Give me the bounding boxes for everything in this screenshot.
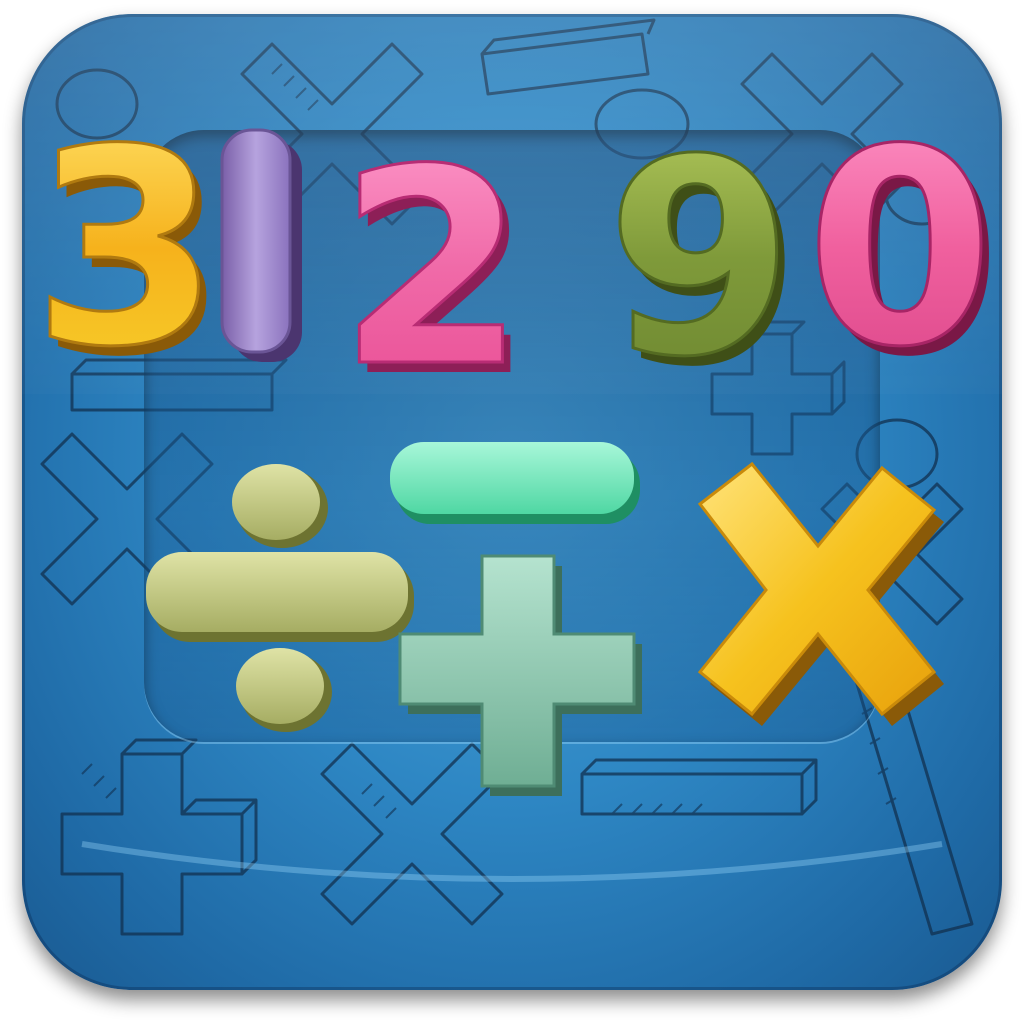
foreground-artwork: 3 3 2 2 9 9 0 0: [31, 90, 1002, 796]
plus-icon: [398, 554, 642, 796]
digit-9: 9: [606, 101, 794, 416]
multiply-icon: [697, 461, 944, 726]
title-digits: 3 3 2 2 9 9 0 0: [31, 90, 1002, 437]
digit-1-icon: [220, 128, 292, 354]
digit-3: 3: [32, 91, 220, 406]
digit-0: 0: [806, 91, 994, 406]
minus-icon: [390, 442, 640, 524]
digit-2: 2: [338, 111, 526, 426]
divide-icon: [146, 464, 414, 732]
